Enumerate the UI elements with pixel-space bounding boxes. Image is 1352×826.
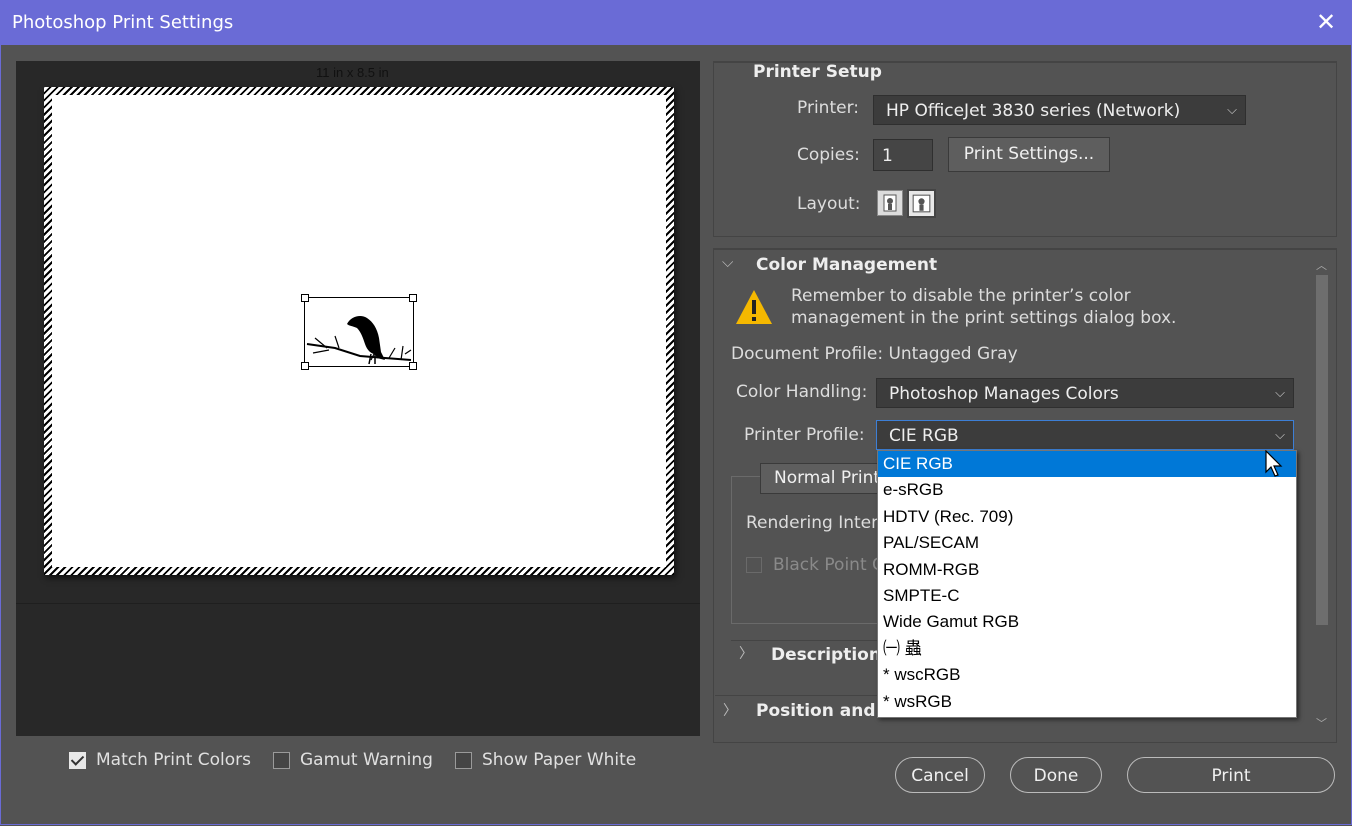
title-bar: Photoshop Print Settings ✕ <box>0 0 1352 45</box>
scroll-thumb[interactable] <box>1316 275 1328 625</box>
checkbox-label: Show Paper White <box>482 750 637 770</box>
checkbox-box[interactable] <box>273 751 290 769</box>
resize-handle[interactable] <box>409 362 417 370</box>
image-bounding-box[interactable] <box>301 294 417 370</box>
dropdown-option[interactable]: PAL/SECAM <box>878 530 1296 556</box>
scrollbar[interactable]: ︿ ﹀ <box>1312 253 1332 735</box>
black-point-checkbox[interactable] <box>746 557 762 573</box>
collapse-chevron-icon[interactable]: ⌵ <box>722 253 733 271</box>
description-heading[interactable]: Description <box>771 645 881 665</box>
dropdown-option[interactable]: Wide Gamut RGB <box>878 609 1296 635</box>
chevron-down-icon: ⌵ <box>1275 428 1285 443</box>
document-profile-text: Document Profile: Untagged Gray <box>731 344 1018 364</box>
checkbox-label: Match Print Colors <box>96 750 252 770</box>
warning-icon <box>736 290 772 324</box>
copies-input[interactable]: 1 <box>873 139 933 171</box>
rendering-intent-label: Rendering Inten <box>746 513 882 533</box>
print-preview: 11 in x 8.5 in <box>16 61 700 736</box>
paper-size-label: 11 in x 8.5 in <box>316 65 389 80</box>
mouse-cursor-icon <box>1265 450 1283 477</box>
print-settings-button[interactable]: Print Settings... <box>948 137 1110 172</box>
dropdown-option[interactable]: SMPTE-C <box>878 583 1296 609</box>
color-handling-value: Photoshop Manages Colors <box>889 384 1119 404</box>
dropdown-option[interactable]: CIE RGB <box>878 451 1296 478</box>
dropdown-option[interactable]: * wscRGB <box>878 662 1296 688</box>
window-title: Photoshop Print Settings <box>12 12 234 33</box>
printer-select-value: HP OfficeJet 3830 series (Network) <box>886 101 1181 121</box>
show-paper-white-checkbox[interactable]: Show Paper White <box>455 750 636 770</box>
dropdown-option[interactable]: ROMM-RGB <box>878 557 1296 583</box>
printer-profile-label: Printer Profile: <box>744 425 865 445</box>
resize-handle[interactable] <box>301 362 309 370</box>
copies-label: Copies: <box>797 145 860 165</box>
done-button[interactable]: Done <box>1010 757 1102 793</box>
warning-text-line2: management in the print settings dialog … <box>791 308 1177 328</box>
chevron-down-icon: ⌵ <box>1275 386 1285 401</box>
close-icon[interactable]: ✕ <box>1314 8 1338 36</box>
print-button[interactable]: Print <box>1127 757 1335 793</box>
printer-profile-select[interactable]: CIE RGB ⌵ <box>876 420 1294 450</box>
resize-handle[interactable] <box>409 294 417 302</box>
portrait-layout-icon[interactable] <box>877 190 903 216</box>
dropdown-option[interactable]: HDTV (Rec. 709) <box>878 504 1296 530</box>
divider <box>715 695 885 696</box>
chevron-down-icon: ⌵ <box>1227 103 1237 118</box>
black-point-label: Black Point C <box>773 555 884 575</box>
color-handling-label: Color Handling: <box>736 382 868 402</box>
preview-lower-area <box>16 603 700 736</box>
color-management-heading: Color Management <box>756 255 938 275</box>
scroll-up-icon[interactable]: ︿ <box>1316 257 1327 273</box>
landscape-layout-icon[interactable] <box>907 189 936 218</box>
layout-label: Layout: <box>797 194 861 214</box>
cancel-button[interactable]: Cancel <box>895 757 985 793</box>
dropdown-option[interactable]: e-sRGB <box>878 477 1296 503</box>
warning-text-line1: Remember to disable the printer’s color <box>791 286 1131 306</box>
resize-handle[interactable] <box>301 294 309 302</box>
color-handling-select[interactable]: Photoshop Manages Colors ⌵ <box>876 378 1294 408</box>
printer-setup-heading: Printer Setup <box>753 62 882 82</box>
dropdown-option[interactable]: * wsRGB <box>878 689 1296 715</box>
printer-label: Printer: <box>797 98 859 118</box>
checkbox-label: Gamut Warning <box>300 750 433 770</box>
divider <box>731 640 881 641</box>
printer-profile-dropdown[interactable]: CIE RGB e-sRGB HDTV (Rec. 709) PAL/SECAM… <box>877 450 1297 718</box>
printer-profile-value: CIE RGB <box>889 426 959 446</box>
dropdown-option[interactable]: ㈠ 蟲 <box>878 636 1296 662</box>
checkbox-box[interactable] <box>69 751 86 769</box>
gamut-warning-checkbox[interactable]: Gamut Warning <box>273 750 433 770</box>
crow-image <box>306 316 412 365</box>
printer-select[interactable]: HP OfficeJet 3830 series (Network) ⌵ <box>873 95 1246 125</box>
scroll-down-icon[interactable]: ﹀ <box>1316 715 1327 731</box>
expand-chevron-icon[interactable]: 〉 <box>723 700 737 720</box>
expand-chevron-icon[interactable]: 〉 <box>739 643 753 663</box>
normal-printing-select[interactable]: Normal Printi <box>760 463 890 494</box>
match-print-colors-checkbox[interactable]: Match Print Colors <box>69 750 251 770</box>
checkbox-box[interactable] <box>455 751 472 769</box>
